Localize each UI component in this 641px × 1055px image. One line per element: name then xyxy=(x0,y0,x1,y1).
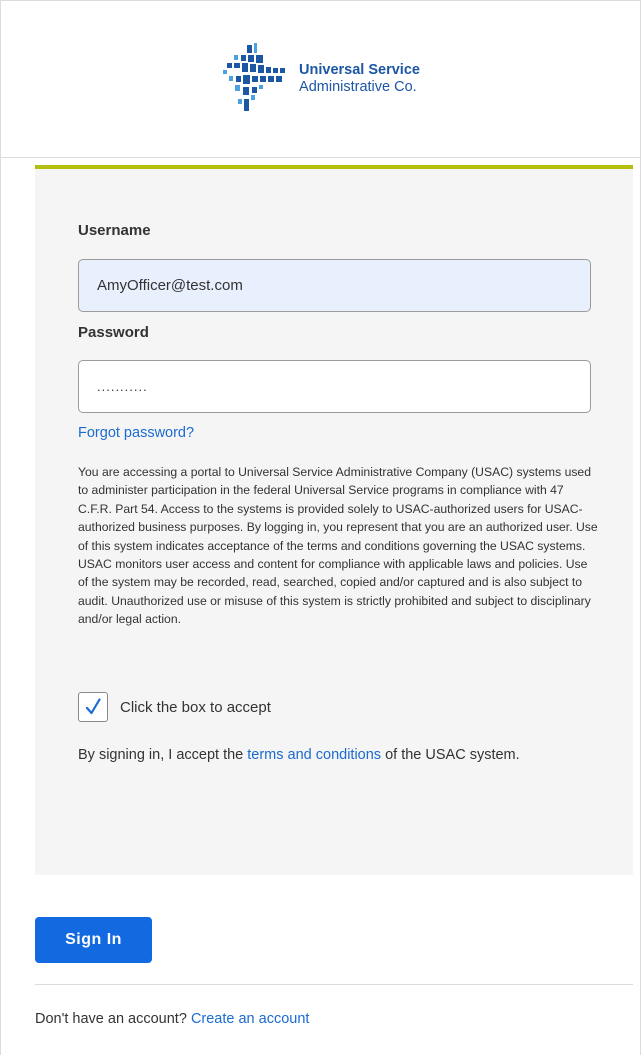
header: Universal Service Administrative Co. xyxy=(1,0,640,158)
username-input[interactable] xyxy=(78,259,591,312)
password-input[interactable] xyxy=(78,360,591,413)
password-label: Password xyxy=(78,324,149,341)
checkmark-icon xyxy=(85,698,101,715)
login-form-panel: Username Password Forgot password? You a… xyxy=(35,165,633,875)
accept-terms-row: Click the box to accept xyxy=(78,692,271,722)
consent-suffix: of the USAC system. xyxy=(381,747,520,763)
divider xyxy=(35,984,633,985)
username-label: Username xyxy=(78,222,151,239)
forgot-password-link[interactable]: Forgot password? xyxy=(78,425,194,441)
usac-logo-icon xyxy=(223,43,286,111)
brand-name-line1: Universal Service xyxy=(299,62,420,78)
login-page: Universal Service Administrative Co. Use… xyxy=(0,0,641,1055)
consent-prefix: By signing in, I accept the xyxy=(78,747,248,763)
usage-notice: You are accessing a portal to Universal … xyxy=(78,465,598,627)
sign-in-button[interactable]: Sign In xyxy=(35,917,152,963)
consent-text: By signing in, I accept the terms and co… xyxy=(78,744,578,766)
footer: Don't have an account? Create an account xyxy=(35,1011,309,1027)
accept-terms-checkbox[interactable] xyxy=(78,692,108,722)
brand-name: Universal Service Administrative Co. xyxy=(299,62,420,96)
brand-name-line2: Administrative Co. xyxy=(299,79,417,95)
accept-terms-label: Click the box to accept xyxy=(120,698,271,716)
create-account-link[interactable]: Create an account xyxy=(191,1011,310,1027)
terms-and-conditions-link[interactable]: terms and conditions xyxy=(247,747,381,763)
no-account-prompt: Don't have an account? xyxy=(35,1011,191,1027)
usac-logo: Universal Service Administrative Co. xyxy=(221,43,420,115)
